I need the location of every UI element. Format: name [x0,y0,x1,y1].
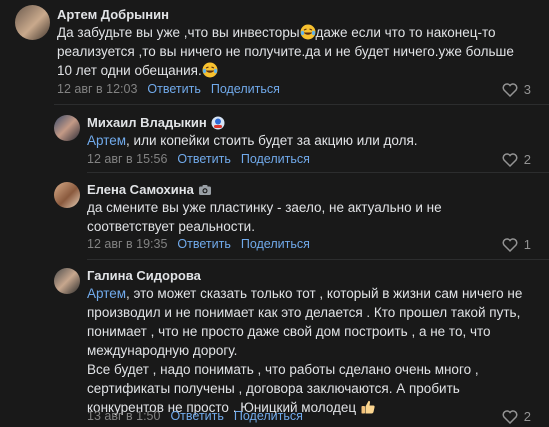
comment: Артем Добрынин Да забудьте вы уже ,что в… [0,0,549,105]
like-button[interactable]: 2 [502,409,531,424]
camera-icon [198,184,211,195]
heart-icon [502,237,518,252]
reply-button[interactable]: Ответить [177,237,230,251]
laughing-tears-emoji [300,24,316,40]
like-button[interactable]: 3 [502,82,531,97]
divider [87,259,549,260]
comment-date[interactable]: 12 авг в 15:56 [87,152,167,166]
comment-author[interactable]: Артем Добрынин [57,7,169,22]
comment-text: Да забудьте вы уже ,что вы инвесторы даже… [57,24,514,78]
heart-icon [502,152,518,167]
share-button[interactable]: Поделиться [211,82,280,96]
heart-icon [502,409,518,424]
like-button[interactable]: 2 [502,152,531,167]
comment-date[interactable]: 12 авг в 12:03 [57,82,137,96]
heart-icon [502,82,518,97]
avatar[interactable] [54,115,80,141]
reply-button[interactable]: Ответить [147,82,200,96]
comment-reply: Галина Сидорова Артем, это может сказать… [0,264,549,427]
reply-button[interactable]: Ответить [177,152,230,166]
avatar[interactable] [15,5,50,40]
like-count: 2 [523,409,531,424]
comment-author[interactable]: Галина Сидорова [87,268,201,283]
like-count: 3 [523,82,531,97]
comment-text: Артем, это может сказать только тот , ко… [87,286,523,415]
comment-reply: Михаил Владыкин Артем, или копейки стоит… [0,111,549,171]
laughing-tears-emoji [202,62,218,78]
avatar[interactable] [54,268,80,294]
comment-date[interactable]: 12 авг в 19:35 [87,237,167,251]
divider [54,104,549,105]
share-button[interactable]: Поделиться [241,237,310,251]
comment-text: да смените вы уже пластинку - заело, не … [87,200,442,234]
share-button[interactable]: Поделиться [234,409,303,423]
comment-meta: 13 авг в 1:50 Ответить Поделиться [87,409,303,423]
thumbs-up-emoji [361,400,375,414]
mention-link[interactable]: Артем [87,133,126,148]
comment-reply: Елена Самохина да смените вы уже пластин… [0,178,549,258]
comment-author[interactable]: Михаил Владыкин [87,115,225,130]
mention-link[interactable]: Артем [87,286,126,301]
like-button[interactable]: 1 [502,237,531,252]
avatar-badge-icon [211,116,225,129]
avatar[interactable] [54,182,80,208]
comment-meta: 12 авг в 15:56 Ответить Поделиться [87,152,310,166]
comment-meta: 12 авг в 12:03 Ответить Поделиться [57,82,280,96]
divider [87,172,549,173]
like-count: 2 [523,152,531,167]
share-button[interactable]: Поделиться [241,152,310,166]
like-count: 1 [523,237,531,252]
comment-meta: 12 авг в 19:35 Ответить Поделиться [87,237,310,251]
comment-date[interactable]: 13 авг в 1:50 [87,409,160,423]
comment-text: Артем, или копейки стоить будет за акцию… [87,133,418,148]
reply-button[interactable]: Ответить [170,409,223,423]
comment-author[interactable]: Елена Самохина [87,182,212,197]
